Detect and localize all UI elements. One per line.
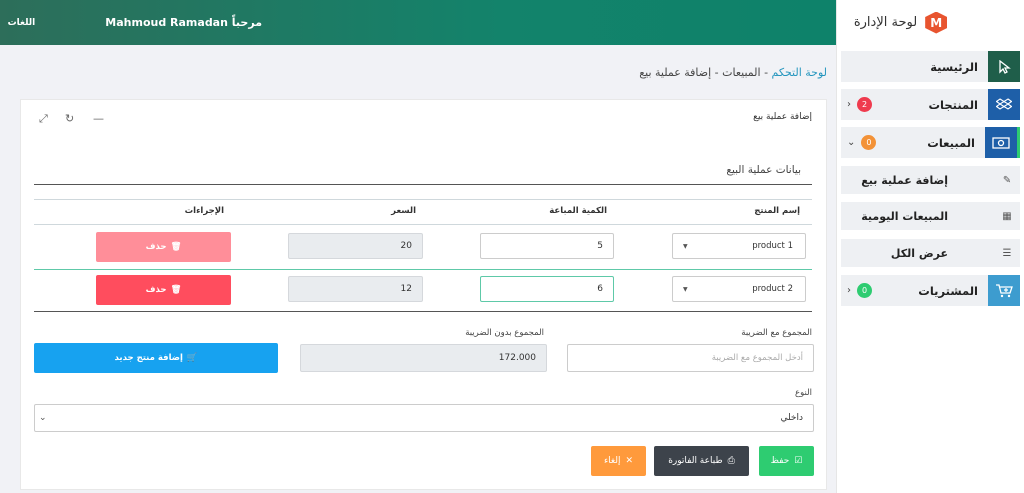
type-select-value: داخلي (780, 413, 803, 423)
add-sale-card: ⤢ ↻ — إضافة عملية بيع بيانات عملية البيع… (20, 99, 827, 490)
dropbox-icon (988, 89, 1020, 120)
delete-label: حذف (145, 285, 167, 295)
section-title: بيانات عملية البيع (726, 164, 801, 176)
sidebar-item-label: المنتجات (928, 97, 978, 112)
sidebar-item-label: المشتريات (918, 283, 978, 298)
calendar-icon: ▦ (1002, 210, 1012, 222)
languages-menu[interactable]: اللغات (8, 18, 36, 28)
expand-icon[interactable]: ⤢ (39, 112, 48, 126)
sidebar-subitem-view-all[interactable]: ☰ عرض الكل (841, 239, 1020, 267)
chevron-down-icon: ⌄ (847, 137, 856, 148)
header-divider (34, 224, 812, 225)
sidebar-subitem-daily-sales[interactable]: ▦ المبيعات اليومية (841, 202, 1020, 230)
trash-icon: 🗑 (170, 285, 182, 295)
sidebar-subitem-label: عرض الكل (890, 246, 948, 260)
sales-count-badge: 0 (861, 135, 877, 150)
section-divider (34, 184, 812, 185)
breadcrumb-separator: - (760, 66, 772, 79)
column-header-product: إسم المنتج (754, 206, 800, 216)
column-header-qty: الكمية المباعة (549, 206, 607, 216)
product-select-value: product 2 (752, 284, 793, 294)
list-icon: ☰ (1002, 247, 1012, 259)
add-product-button[interactable]: 🛒 إضافة منتج جديد (34, 343, 278, 373)
user-greeting[interactable]: مرحباً Mahmoud Ramadan (105, 16, 262, 29)
brand[interactable]: M لوحة الإدارة (837, 0, 1024, 45)
cursor-icon (988, 51, 1020, 82)
cancel-button[interactable]: ✕ إلغاء (591, 446, 646, 476)
total-without-tax-field: 172.000 (300, 344, 547, 372)
breadcrumb-home-link[interactable]: لوحة التحكم (772, 66, 827, 79)
cart-plus-icon (988, 275, 1020, 306)
type-select[interactable]: ⌄ داخلي (34, 404, 814, 432)
row-divider (34, 269, 812, 270)
print-label: طباعة الفاتورة (668, 456, 723, 466)
qty-input[interactable]: 6 (480, 276, 614, 302)
chevron-down-icon: ⌄ (39, 413, 47, 423)
user-name: Mahmoud Ramadan (105, 16, 228, 29)
type-label: النوع (795, 388, 812, 398)
sidebar-subitem-label: إضافة عملية بيع (861, 173, 948, 187)
brand-logo: M (925, 11, 948, 34)
sidebar-item-sales[interactable]: المبيعات 0 ⌄ (841, 127, 1020, 158)
trash-icon: 🗑 (170, 242, 182, 252)
top-bar: مرحباً Mahmoud Ramadan اللغات (0, 0, 836, 45)
column-header-price: السعر (391, 206, 416, 216)
add-product-label: إضافة منتج جديد (114, 353, 183, 363)
sidebar: M لوحة الإدارة الرئيسية المنتجات 2 ‹ الم… (836, 0, 1024, 493)
delete-row-button[interactable]: 🗑 حذف (96, 232, 231, 262)
product-select-value: product 1 (752, 241, 793, 251)
sidebar-item-label: الرئيسية (930, 59, 978, 74)
table-bottom-border (34, 311, 812, 312)
column-header-actions: الإجراءات (184, 206, 224, 216)
sidebar-item-label: المبيعات (927, 135, 975, 150)
refresh-icon[interactable]: ↻ (65, 112, 74, 125)
total-with-tax-label: المجموع مع الضريبة (741, 328, 812, 338)
total-without-tax-label: المجموع بدون الضريبة (465, 328, 544, 338)
products-count-badge: 2 (857, 97, 872, 112)
price-field: 12 (288, 276, 423, 302)
purchases-count-badge: 0 (857, 283, 872, 298)
breadcrumb-current: إضافة عملية بيع (639, 66, 712, 79)
edit-icon: ✎ (1002, 174, 1012, 186)
product-select[interactable]: ▼ product 2 (672, 276, 806, 302)
chevron-left-icon: ‹ (847, 285, 851, 296)
breadcrumb-sales[interactable]: المبيعات (722, 66, 760, 79)
caret-down-icon: ▼ (683, 285, 688, 293)
qty-input[interactable]: 5 (480, 233, 614, 259)
card-title: إضافة عملية بيع (753, 112, 812, 122)
cancel-label: إلغاء (603, 456, 621, 466)
brand-title: لوحة الإدارة (853, 15, 918, 30)
chevron-left-icon: ‹ (847, 99, 851, 110)
greeting-prefix: مرحباً (231, 16, 262, 29)
print-invoice-button[interactable]: ⎙ طباعة الفاتورة (654, 446, 749, 476)
breadcrumb-separator: - (711, 66, 723, 79)
save-label: حفظ (770, 456, 790, 466)
sidebar-subitem-label: المبيعات اليومية (861, 209, 948, 223)
money-icon (985, 127, 1017, 158)
delete-row-button[interactable]: 🗑 حذف (96, 275, 231, 305)
breadcrumb: لوحة التحكم - المبيعات - إضافة عملية بيع (639, 66, 827, 79)
product-select[interactable]: ▼ product 1 (672, 233, 806, 259)
delete-label: حذف (145, 242, 167, 252)
table-top-border (34, 199, 812, 200)
minimize-icon[interactable]: — (93, 112, 104, 125)
sidebar-item-products[interactable]: المنتجات 2 ‹ (841, 89, 1020, 120)
cart-plus-icon: 🛒 (186, 353, 198, 363)
close-icon: ✕ (625, 456, 634, 466)
save-button[interactable]: ☑ حفظ (759, 446, 814, 476)
price-field: 20 (288, 233, 423, 259)
check-square-icon: ☑ (794, 456, 803, 466)
sidebar-item-home[interactable]: الرئيسية (841, 51, 1020, 82)
sidebar-subitem-add-sale[interactable]: ✎ إضافة عملية بيع (841, 166, 1020, 194)
printer-icon: ⎙ (727, 456, 735, 466)
sidebar-item-purchases[interactable]: المشتريات 0 ‹ (841, 275, 1020, 306)
caret-down-icon: ▼ (683, 242, 688, 250)
total-with-tax-input[interactable]: أدخل المجموع مع الضريبة (567, 344, 814, 372)
